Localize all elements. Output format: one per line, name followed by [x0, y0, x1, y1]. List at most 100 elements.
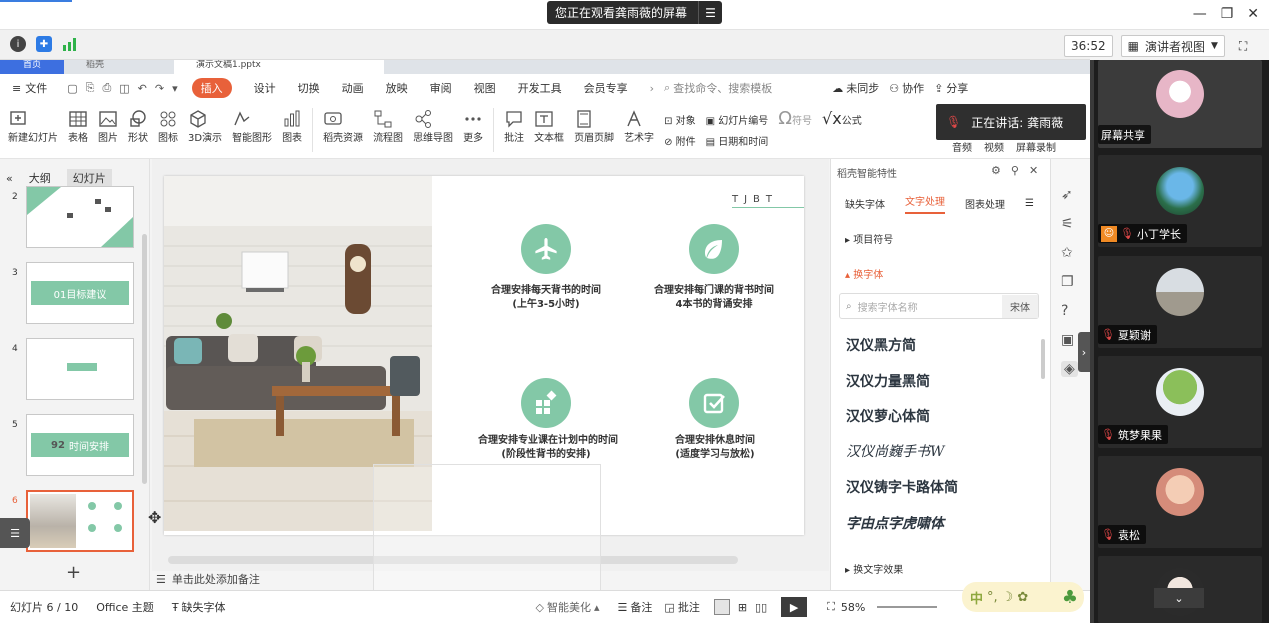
- share-button[interactable]: ⇪ 分享: [934, 80, 968, 96]
- sync-status[interactable]: ☁ 未同步: [832, 80, 879, 96]
- section-text-effects[interactable]: ▸ 换文字效果: [845, 561, 903, 576]
- undo-icon[interactable]: ↶: [138, 82, 147, 95]
- settings-gear-icon[interactable]: ⚙: [991, 164, 1001, 177]
- tab-insert[interactable]: 插入: [191, 78, 232, 98]
- zoom-slider[interactable]: [877, 606, 938, 608]
- tab-view[interactable]: 视图: [474, 80, 496, 96]
- screen-record-button[interactable]: 屏幕录制: [1016, 139, 1056, 154]
- add-slide-icon[interactable]: +: [66, 562, 81, 583]
- tab-member[interactable]: 会员专享: [584, 80, 628, 96]
- fit-zoom-icon[interactable]: ⛶: [827, 600, 835, 614]
- print-icon[interactable]: ⎙: [102, 81, 111, 95]
- font-search-box[interactable]: ⌕ 搜索字体名称 宋体: [839, 293, 1039, 319]
- play-slideshow-button[interactable]: ▶: [781, 597, 808, 617]
- slide-thumbnail-2[interactable]: [26, 186, 134, 248]
- map-pin-icon[interactable]: ◈: [1061, 361, 1078, 377]
- notes-bar[interactable]: ☰ 单击此处添加备注: [156, 571, 260, 587]
- restore-icon[interactable]: ❐: [1221, 6, 1234, 22]
- tab-developer[interactable]: 开发工具: [518, 80, 562, 96]
- panel-scrollbar[interactable]: [142, 234, 147, 484]
- slide-thumbnail-5[interactable]: 92 时间安排: [26, 414, 134, 476]
- font-option[interactable]: 汉仪力量黑简: [846, 371, 930, 391]
- zoom-level[interactable]: 58%: [841, 601, 865, 614]
- security-shield-icon[interactable]: ✚: [36, 36, 52, 52]
- tab-transition[interactable]: 切换: [298, 80, 320, 96]
- participant-tile[interactable]: ⌄: [1098, 556, 1262, 623]
- participant-tile[interactable]: ☺ 🎙 小丁学长: [1098, 155, 1262, 247]
- docer-resource-button[interactable]: 稻壳资源: [323, 105, 363, 155]
- command-search[interactable]: ⌕ 查找命令、搜索模板: [664, 80, 772, 96]
- panel-scrollbar[interactable]: [1041, 339, 1045, 379]
- comments-toggle[interactable]: ◲ 批注: [664, 599, 699, 615]
- participant-tile[interactable]: 🎙 夏颖谢: [1098, 256, 1262, 348]
- banner-menu-icon[interactable]: ☰: [698, 1, 722, 24]
- attachment-button[interactable]: ⊘ 附件: [664, 133, 696, 148]
- new-slide-button[interactable]: 新建幻灯片: [8, 105, 58, 155]
- section-fonts[interactable]: ▴ 换字体: [845, 266, 883, 281]
- image-icon[interactable]: ▣: [1061, 332, 1078, 348]
- font-option[interactable]: 字由点字虎啸体: [846, 513, 944, 533]
- save-icon[interactable]: ▢: [67, 82, 77, 95]
- tab-animation[interactable]: 动画: [342, 80, 364, 96]
- textbox-button[interactable]: 文本框: [534, 105, 564, 155]
- scroll-down-chevron-icon[interactable]: ⌄: [1154, 588, 1204, 608]
- mindmap-button[interactable]: 思维导图: [413, 105, 453, 155]
- table-button[interactable]: 表格: [68, 105, 88, 155]
- normal-view-icon[interactable]: [713, 599, 730, 615]
- font-option[interactable]: 汉仪萝心体简: [846, 406, 930, 426]
- font-option[interactable]: 汉仪黑方简: [846, 335, 916, 355]
- panel-close-icon[interactable]: ✕: [1029, 164, 1038, 177]
- tab-docer[interactable]: 稻壳: [66, 60, 166, 74]
- tab-outline[interactable]: 大纲: [29, 170, 51, 186]
- icon-button[interactable]: 图标: [158, 105, 178, 155]
- minimize-icon[interactable]: —: [1193, 6, 1207, 22]
- datetime-button[interactable]: ▤ 日期和时间: [706, 133, 769, 148]
- export-icon[interactable]: ⎘: [86, 81, 95, 95]
- fullscreen-icon[interactable]: ⛶: [1233, 35, 1253, 57]
- slide-thumbnail-6-selected[interactable]: [26, 490, 134, 552]
- wordart-button[interactable]: 艺术字: [624, 105, 654, 155]
- slide-number-button[interactable]: ▣ 幻灯片编号: [706, 112, 769, 127]
- object-button[interactable]: ⊡ 对象: [664, 112, 696, 127]
- reading-view-icon[interactable]: ▯▯: [755, 601, 767, 614]
- video-button[interactable]: 视频: [984, 139, 1004, 154]
- notes-toggle[interactable]: ☰ 备注: [618, 599, 653, 615]
- flowchart-button[interactable]: 流程图: [373, 105, 403, 155]
- tab-design[interactable]: 设计: [254, 80, 276, 96]
- participant-tile[interactable]: 屏幕共享: [1098, 60, 1262, 148]
- preview-icon[interactable]: ◫: [119, 82, 129, 95]
- ime-floating-bar[interactable]: 中 °, ☽ ✿ ♣: [962, 582, 1084, 612]
- comment-button[interactable]: 批注: [504, 105, 524, 155]
- picture-button[interactable]: 图片: [98, 105, 118, 155]
- section-bullets[interactable]: ▸ 项目符号: [845, 231, 893, 246]
- shape-button[interactable]: 形状: [128, 105, 148, 155]
- grid-view-icon[interactable]: ⊞: [738, 601, 747, 614]
- more-quick-icon[interactable]: ▾: [172, 82, 178, 95]
- redo-icon[interactable]: ↷: [155, 82, 164, 95]
- panel-menu-icon[interactable]: ☰: [1025, 198, 1034, 209]
- tab-text-processing[interactable]: 文字处理: [905, 193, 945, 214]
- audio-button[interactable]: 音频: [952, 139, 972, 154]
- symbol-button[interactable]: Ω符号: [778, 105, 812, 155]
- view-mode-dropdown[interactable]: ▦ 演讲者视图 ▼: [1120, 35, 1225, 57]
- tab-chart-processing[interactable]: 图表处理: [965, 196, 1005, 211]
- collapse-icon[interactable]: «: [6, 172, 13, 185]
- info-icon[interactable]: i: [10, 36, 26, 52]
- tab-slideshow[interactable]: 放映: [386, 80, 408, 96]
- participant-tile[interactable]: 🎙 筑梦果果: [1098, 356, 1262, 448]
- close-icon[interactable]: ✕: [1247, 6, 1259, 22]
- sliders-icon[interactable]: ⚟: [1061, 216, 1078, 232]
- menu-scroll-right-icon[interactable]: ›: [650, 82, 654, 95]
- font-option[interactable]: 汉仪尚巍手书W: [846, 441, 944, 461]
- smart-art-button[interactable]: 智能图形: [232, 105, 272, 155]
- star-pin-icon[interactable]: ✩: [1061, 245, 1078, 261]
- tab-slides[interactable]: 幻灯片: [66, 169, 112, 187]
- collab-button[interactable]: ⚇ 协作: [889, 80, 924, 96]
- help-icon[interactable]: ?: [1061, 303, 1078, 319]
- float-menu-icon[interactable]: ☰: [0, 518, 30, 548]
- beautify-button[interactable]: ◇ 智能美化 ▴: [536, 599, 600, 615]
- formula-button[interactable]: √x公式: [822, 105, 862, 155]
- 3d-button[interactable]: 3D演示: [188, 105, 222, 155]
- tab-missing-fonts[interactable]: 缺失字体: [845, 196, 885, 211]
- participant-tile[interactable]: 🎙 袁松: [1098, 456, 1262, 548]
